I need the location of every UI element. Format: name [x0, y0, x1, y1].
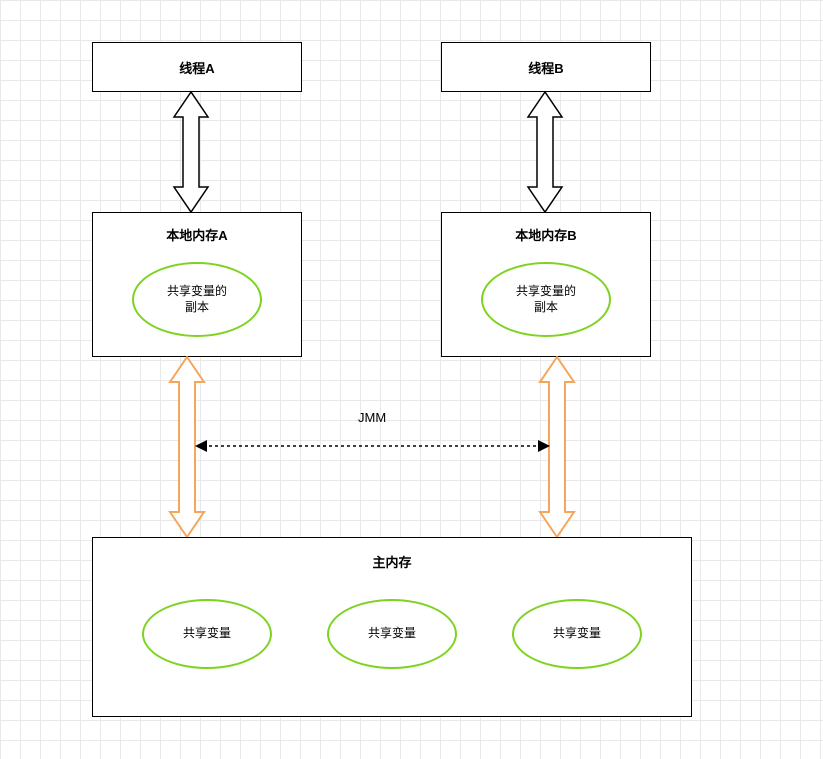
local-memory-b-copy-label: 共享变量的 副本: [516, 284, 576, 315]
local-memory-b-box: 本地内存B 共享变量的 副本: [441, 212, 651, 357]
shared-var-1: 共享变量: [142, 599, 272, 669]
main-memory-title: 主内存: [372, 552, 411, 571]
local-memory-a-title: 本地内存A: [166, 225, 227, 244]
local-memory-a-copy: 共享变量的 副本: [132, 262, 262, 337]
shared-var-1-label: 共享变量: [183, 626, 231, 642]
arrow-thread-a-localmem: [156, 92, 226, 212]
shared-var-2: 共享变量: [327, 599, 457, 669]
thread-a-box: 线程A: [92, 42, 302, 92]
local-memory-b-copy: 共享变量的 副本: [481, 262, 611, 337]
jmm-dotted-arrow: [195, 436, 550, 456]
thread-b-label: 线程B: [528, 58, 563, 77]
shared-var-3-label: 共享变量: [553, 626, 601, 642]
shared-var-2-label: 共享变量: [368, 626, 416, 642]
arrow-thread-b-localmem: [510, 92, 580, 212]
shared-var-3: 共享变量: [512, 599, 642, 669]
thread-b-box: 线程B: [441, 42, 651, 92]
main-memory-box: 主内存 共享变量 共享变量 共享变量: [92, 537, 692, 717]
local-memory-a-box: 本地内存A 共享变量的 副本: [92, 212, 302, 357]
thread-a-label: 线程A: [179, 58, 214, 77]
jmm-label: JMM: [358, 410, 386, 425]
local-memory-b-title: 本地内存B: [515, 225, 576, 244]
local-memory-a-copy-label: 共享变量的 副本: [167, 284, 227, 315]
